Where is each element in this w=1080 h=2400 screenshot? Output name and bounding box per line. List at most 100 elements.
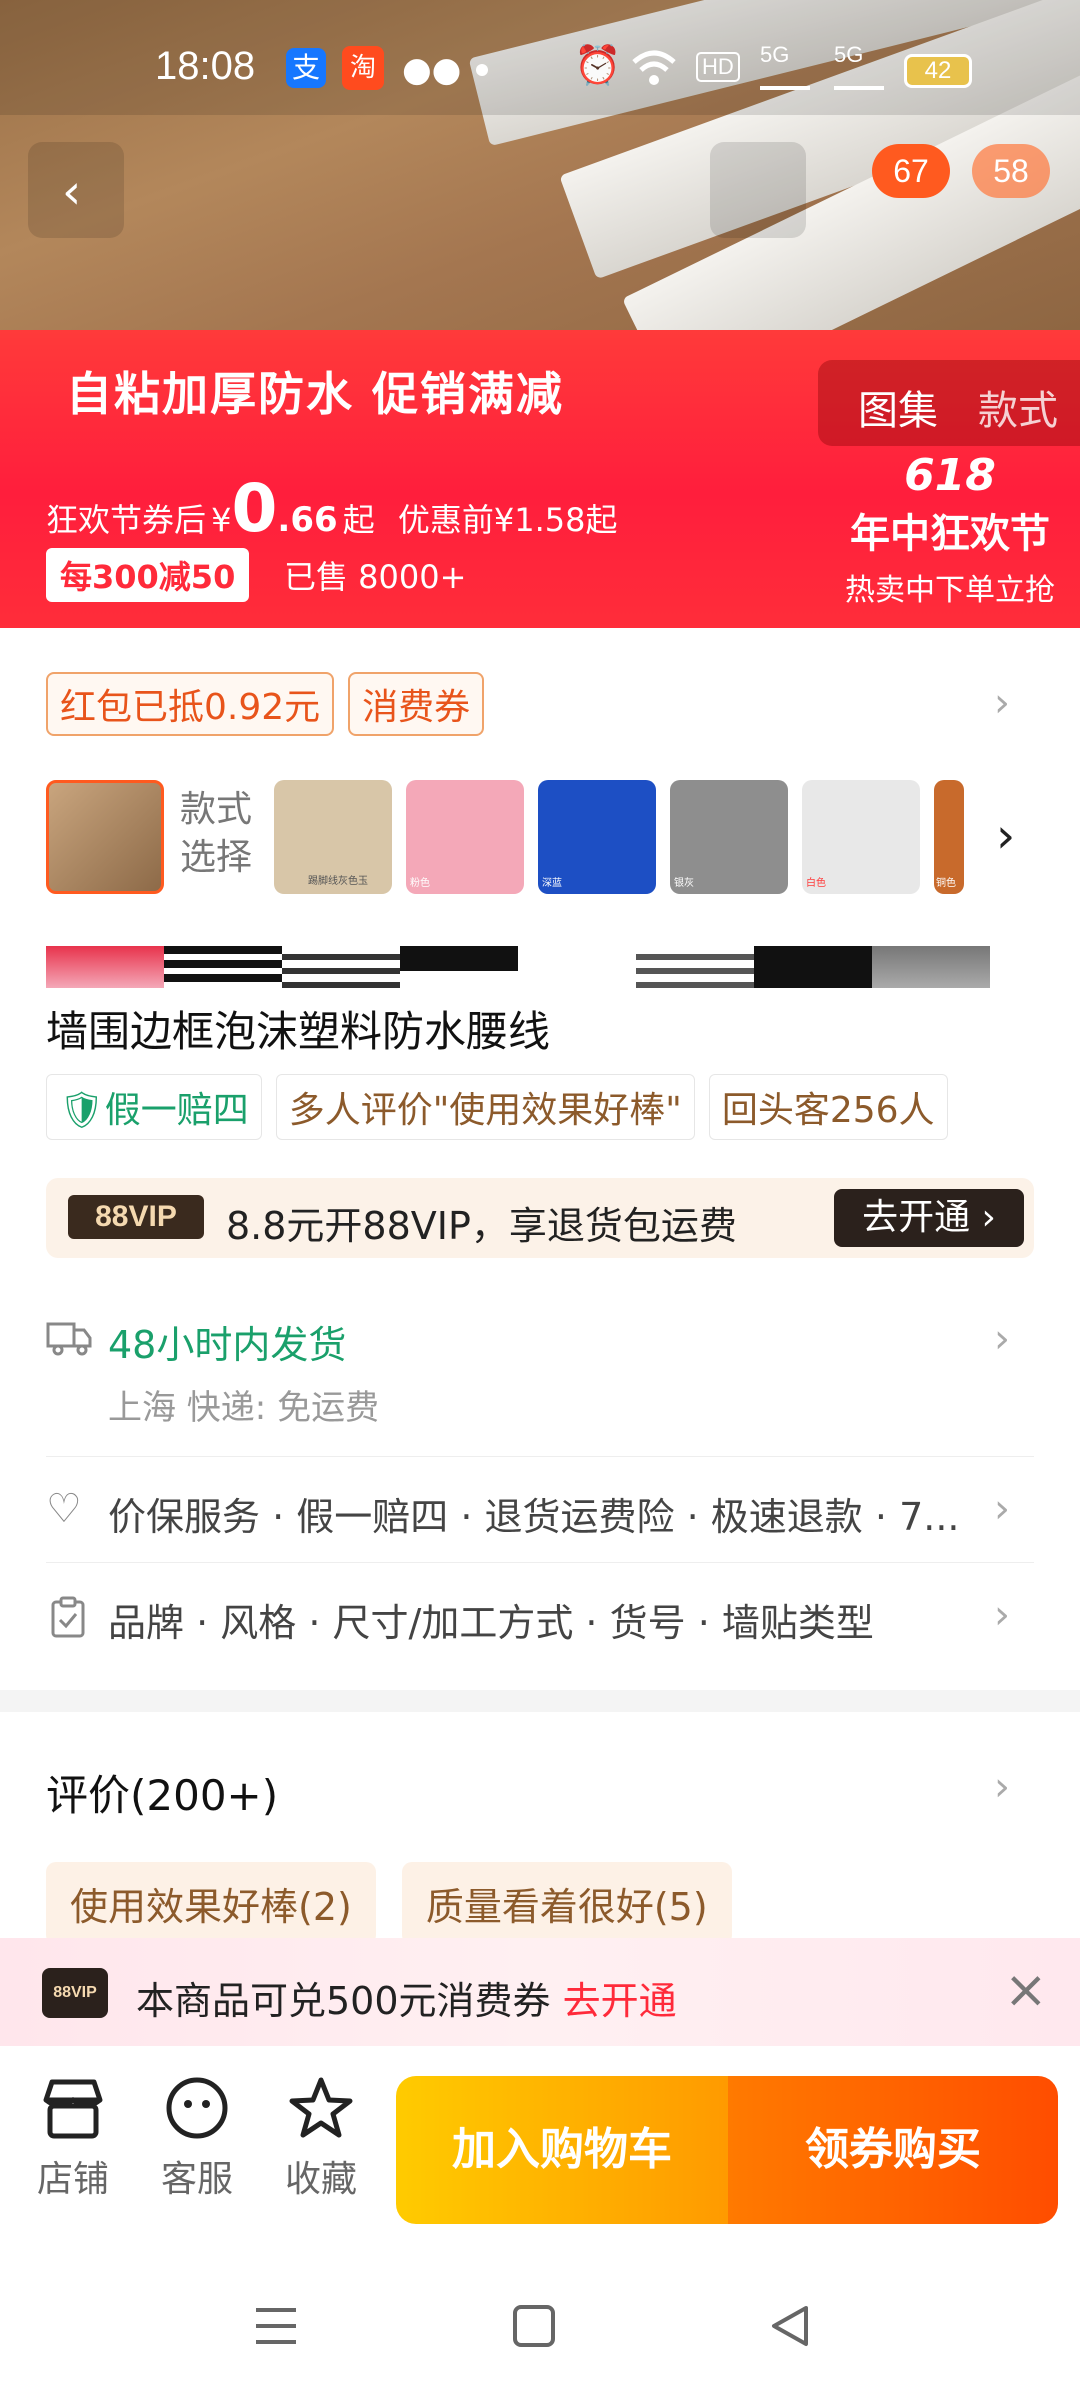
vip-popup-text: 本商品可兑500元消费券 (136, 1979, 551, 2023)
festival-number: 618 (904, 450, 996, 501)
vip-open-button[interactable]: 去开通 › (834, 1189, 1024, 1247)
heart-icon: ♡ (46, 1486, 82, 1532)
truck-icon (46, 1322, 92, 1356)
add-to-cart-button[interactable]: 加入购物车 (396, 2076, 728, 2224)
style-thumbs: 踢脚线灰色玉 粉色 深蓝 银灰 白色 铜色 (274, 780, 964, 894)
vip-popup-logo: 88VIP (42, 1968, 108, 2018)
bottom-action-bar: 店铺 客服 收藏 加入购物车 领券购买 (0, 2046, 1080, 2236)
chat-face-icon (166, 2077, 228, 2139)
signal1-label: 5G (760, 42, 790, 67)
store-icon (43, 2079, 103, 2139)
vip-popup-link[interactable]: 去开通 (563, 1979, 677, 2023)
vip-popup[interactable]: 88VIP 本商品可兑500元消费券 去开通 × (0, 1938, 1080, 2046)
swatch (46, 946, 164, 988)
reviews-chevron-icon[interactable]: › (994, 1764, 1010, 1810)
style-thumb-label: 深蓝 (542, 878, 562, 889)
shipping-title: 48小时内发货 (108, 1323, 347, 1367)
share-button[interactable] (710, 142, 806, 238)
style-thumb[interactable]: 白色 (802, 780, 920, 894)
service-label: 客服 (160, 2159, 233, 2200)
param-item: 品牌 (108, 1601, 185, 1645)
swatch (518, 946, 636, 988)
selected-style-thumb[interactable] (46, 780, 164, 894)
reviews-title[interactable]: 评价(200+) (46, 1762, 278, 1823)
sold-count: 已售 8000+ (284, 558, 467, 596)
star-icon (289, 2077, 353, 2138)
style-label-line2: 选择 (180, 837, 253, 878)
back-button[interactable]: ‹ (28, 142, 124, 238)
signal2-label: 5G (834, 42, 864, 67)
promo-banner: 自粘加厚防水 促销满减 图集 款式 狂欢节券后 ¥0.66 起 优惠前¥1.58… (0, 330, 1080, 628)
style-thumb[interactable]: 银灰 (670, 780, 788, 894)
style-thumb-label: 粉色 (410, 878, 430, 889)
festival-badge: 618 年中狂欢节 热卖中下单立抢 (820, 450, 1080, 609)
params-chevron-icon[interactable]: › (994, 1592, 1010, 1638)
repeat-customer-tag[interactable]: 回头客256人 (708, 1074, 948, 1140)
price-suffix: 起 (342, 501, 375, 539)
services-list: 价保服务 · 假一赔四 · 退货运费险 · 极速退款 · 7... (108, 1495, 960, 1539)
service-item: 退货运费险 (484, 1495, 675, 1539)
review-highlight-tag[interactable]: 多人评价"使用效果好棒" (275, 1074, 695, 1140)
red-packet-tag[interactable]: 红包已抵0.92元 (46, 672, 335, 736)
style-label-line1: 款式 (180, 789, 253, 830)
store-label: 店铺 (36, 2159, 109, 2200)
services-chevron-icon[interactable]: › (994, 1486, 1010, 1532)
swatch-strip (46, 946, 994, 988)
style-thumb[interactable]: 粉色 (406, 780, 524, 894)
price-prefix: 狂欢节券后 (46, 501, 207, 539)
param-item: 墙贴类型 (721, 1601, 874, 1645)
review-tag[interactable]: 质量看着很好(5) (401, 1862, 732, 1945)
clipboard-icon (51, 1596, 85, 1638)
swatch (636, 946, 754, 988)
style-thumb[interactable]: 深蓝 (538, 780, 656, 894)
favorite-button[interactable]: 收藏 (266, 2076, 376, 2202)
style-thumb-label: 铜色 (936, 878, 956, 889)
tab-style[interactable]: 款式 (978, 378, 1058, 436)
cart-count-badge[interactable]: 67 (872, 144, 950, 198)
festival-title: 年中狂欢节 (850, 511, 1050, 557)
back-nav-icon[interactable] (770, 2304, 810, 2348)
product-detail-page: 18:08 支 淘 ●● ⏰ HD 5G 5G 42 ‹ 67 58 自粘加厚防… (0, 0, 1080, 2400)
more-count-badge[interactable]: 58 (972, 144, 1050, 198)
store-button[interactable]: 店铺 (18, 2076, 128, 2202)
guarantee-tag[interactable]: 🛡假一赔四 (46, 1074, 262, 1140)
swatch (872, 946, 990, 988)
style-select-label[interactable]: 款式 选择 (180, 786, 252, 882)
style-more-chevron-icon[interactable]: › (996, 808, 1015, 864)
tab-gallery[interactable]: 图集 (858, 378, 938, 436)
hd-icon: HD (696, 52, 740, 82)
price-row: 狂欢节券后 ¥0.66 起 优惠前¥1.58起 (46, 470, 617, 547)
wechat-icon: ●● (402, 50, 462, 90)
swatch (164, 946, 282, 988)
currency-symbol: ¥ (211, 501, 232, 539)
menu-icon[interactable] (254, 2306, 298, 2346)
style-thumb-label: 踢脚线灰色玉 (308, 876, 368, 887)
promo-title: 自粘加厚防水 促销满减 (66, 367, 565, 421)
vip-text: 8.8元开88VIP，享退货包运费 (226, 1204, 737, 1248)
services-row[interactable]: ♡ 价保服务 · 假一赔四 · 退货运费险 · 极速退款 · 7... › (46, 1486, 1034, 1566)
style-thumb[interactable]: 踢脚线灰色玉 (274, 780, 392, 894)
params-row[interactable]: 品牌 · 风格 · 尺寸/加工方式 · 货号 · 墙贴类型 › (46, 1592, 1034, 1662)
vip-bar[interactable]: 88VIP 8.8元开88VIP，享退货包运费 去开通 › (46, 1178, 1034, 1258)
customer-service-button[interactable]: 客服 (142, 2076, 252, 2202)
params-list: 品牌 · 风格 · 尺寸/加工方式 · 货号 · 墙贴类型 (108, 1601, 874, 1645)
swatch (754, 946, 872, 988)
coupon-chevron-icon[interactable]: › (994, 680, 1010, 726)
coupon-row[interactable]: 红包已抵0.92元 消费券 (46, 672, 485, 736)
service-item: 极速退款 (710, 1495, 863, 1539)
product-tags: 🛡假一赔四 多人评价"使用效果好棒" 回头客256人 (46, 1074, 948, 1140)
style-thumb-label: 白色 (806, 878, 826, 889)
service-item: 7... (899, 1495, 960, 1539)
shipping-chevron-icon[interactable]: › (994, 1316, 1010, 1362)
buy-now-button[interactable]: 领券购买 (728, 2076, 1058, 2224)
review-tags: 使用效果好棒(2) 质量看着很好(5) (46, 1862, 732, 1945)
section-gap (0, 1690, 1080, 1712)
alarm-icon: ⏰ (574, 45, 622, 87)
vip-logo: 88VIP (68, 1195, 204, 1239)
close-icon[interactable]: × (1004, 1960, 1048, 2020)
voucher-tag[interactable]: 消费券 (348, 672, 485, 736)
service-item: 假一赔四 (296, 1495, 449, 1539)
style-thumb[interactable]: 铜色 (934, 780, 964, 894)
home-icon[interactable] (512, 2304, 556, 2348)
review-tag[interactable]: 使用效果好棒(2) (46, 1862, 376, 1945)
